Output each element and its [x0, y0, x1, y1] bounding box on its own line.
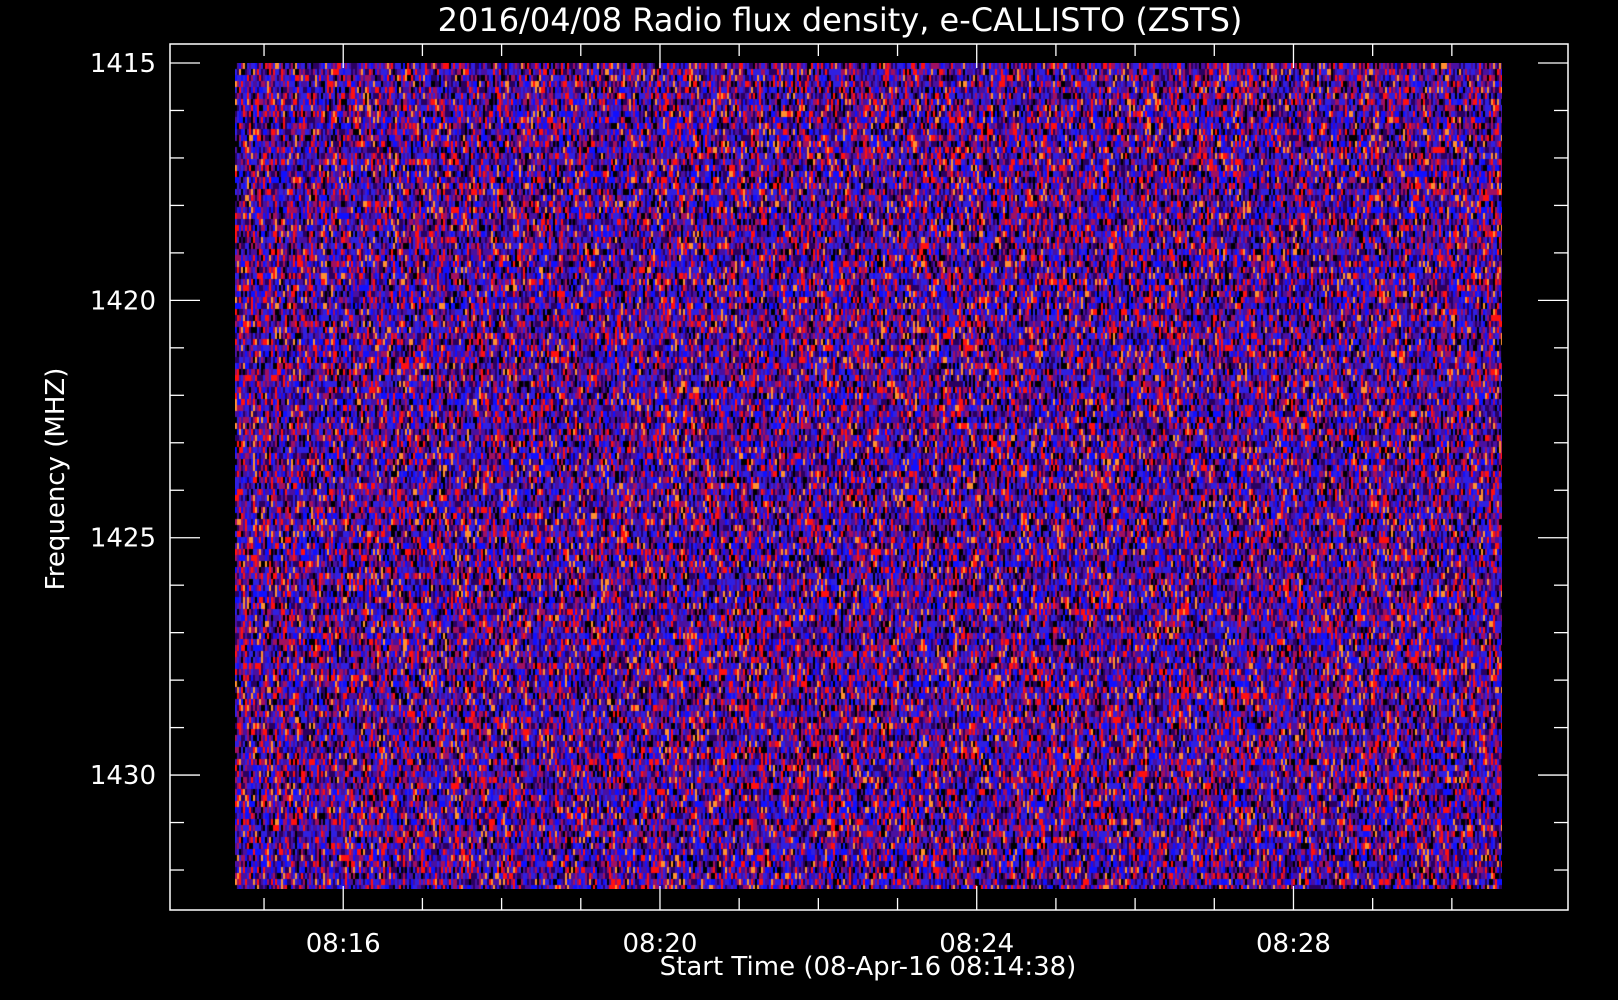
y-axis-label: Frequency (MHZ): [41, 368, 71, 591]
y-tick-label: 1430: [90, 761, 156, 791]
spectrogram-chart: 2016/04/08 Radio flux density, e-CALLIST…: [0, 0, 1618, 1000]
y-tick-label: 1425: [90, 524, 156, 554]
chart-title: 2016/04/08 Radio flux density, e-CALLIST…: [438, 1, 1243, 39]
x-axis-label: Start Time (08-Apr-16 08:14:38): [660, 952, 1077, 982]
spectrogram-figure: 2016/04/08 Radio flux density, e-CALLIST…: [0, 0, 1618, 1000]
x-tick-label: 08:16: [306, 929, 381, 959]
x-tick-label: 08:28: [1256, 929, 1331, 959]
y-tick-label: 1415: [90, 49, 156, 79]
heatmap-area: [235, 63, 1502, 889]
y-tick-label: 1420: [90, 286, 156, 316]
